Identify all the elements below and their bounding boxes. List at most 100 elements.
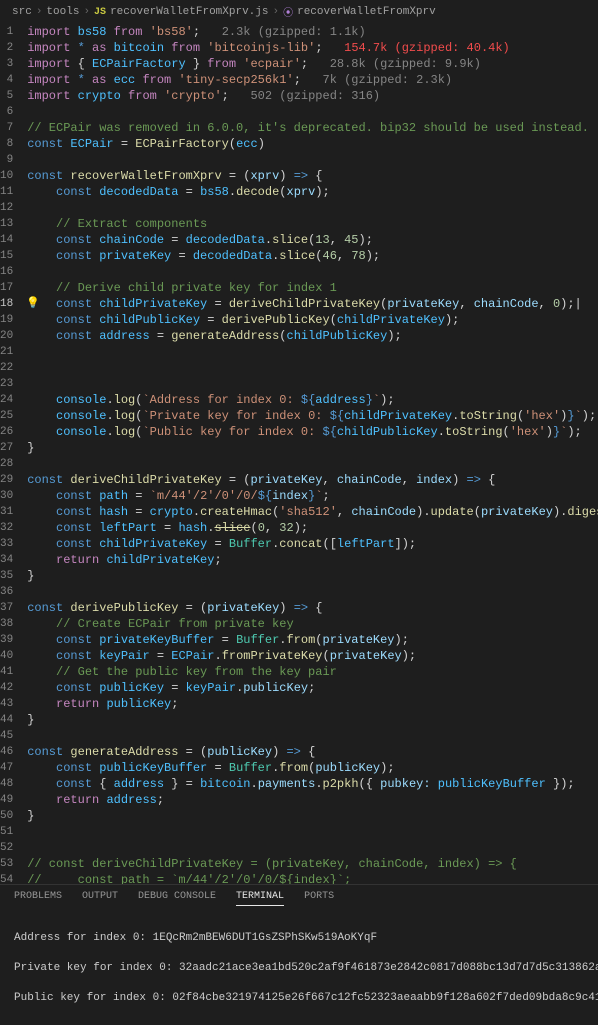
line-number: 22 bbox=[0, 360, 13, 376]
line-number: 35 bbox=[0, 568, 13, 584]
terminal-output[interactable]: Address for index 0: 1EQcRm2mBEW6DUT1GsZ… bbox=[0, 912, 598, 1025]
line-number: 2 bbox=[0, 40, 13, 56]
code-line[interactable]: const decodedData = bs58.decode(xprv); bbox=[27, 184, 598, 200]
code-line[interactable]: // ECPair was removed in 6.0.0, it's dep… bbox=[27, 120, 598, 136]
terminal-line: Private key for index 0: 32aadc21ace3ea1… bbox=[14, 961, 584, 976]
code-line[interactable]: console.log(`Address for index 0: ${addr… bbox=[27, 392, 598, 408]
code-line[interactable]: const { address } = bitcoin.payments.p2p… bbox=[27, 776, 598, 792]
line-number: 14 bbox=[0, 232, 13, 248]
code-line[interactable]: // const path = `m/44'/2'/0'/0/${index}`… bbox=[27, 872, 598, 884]
breadcrumb[interactable]: src › tools › JS recoverWalletFromXprv.j… bbox=[0, 0, 598, 24]
line-gutter: 123456789101112131415161718💡192021222324… bbox=[0, 24, 27, 884]
code-line[interactable]: const path = `m/44'/2'/0'/0/${index}`; bbox=[27, 488, 598, 504]
code-line[interactable]: const address = generateAddress(childPub… bbox=[27, 328, 598, 344]
code-line[interactable]: const publicKey = keyPair.publicKey; bbox=[27, 680, 598, 696]
line-number: 13 bbox=[0, 216, 13, 232]
code-line[interactable]: } bbox=[27, 440, 598, 456]
code-line[interactable] bbox=[27, 200, 598, 216]
code-line[interactable] bbox=[27, 264, 598, 280]
tab-output[interactable]: OUTPUT bbox=[82, 891, 118, 906]
line-number: 40 bbox=[0, 648, 13, 664]
code-line[interactable] bbox=[27, 152, 598, 168]
code-line[interactable] bbox=[27, 456, 598, 472]
line-number: 43 bbox=[0, 696, 13, 712]
line-number: 7 bbox=[0, 120, 13, 136]
line-number: 18 bbox=[0, 296, 13, 312]
line-number: 9 bbox=[0, 152, 13, 168]
breadcrumb-seg[interactable]: recoverWalletFromXprv.js bbox=[110, 6, 268, 18]
code-line[interactable]: // Get the public key from the key pair bbox=[27, 664, 598, 680]
line-number: 39 bbox=[0, 632, 13, 648]
line-number: 23 bbox=[0, 376, 13, 392]
code-line[interactable]: const childPrivateKey = deriveChildPriva… bbox=[27, 296, 598, 312]
code-line[interactable]: const hash = crypto.createHmac('sha512',… bbox=[27, 504, 598, 520]
code-line[interactable]: } bbox=[27, 712, 598, 728]
code-line[interactable] bbox=[27, 344, 598, 360]
code-editor[interactable]: 123456789101112131415161718💡192021222324… bbox=[0, 24, 598, 884]
code-line[interactable] bbox=[27, 840, 598, 856]
code-line[interactable] bbox=[27, 360, 598, 376]
tab-debug[interactable]: DEBUG CONSOLE bbox=[138, 891, 216, 906]
tab-ports[interactable]: PORTS bbox=[304, 891, 334, 906]
code-line[interactable]: const keyPair = ECPair.fromPrivateKey(pr… bbox=[27, 648, 598, 664]
code-line[interactable]: // Derive child private key for index 1 bbox=[27, 280, 598, 296]
code-line[interactable]: // const deriveChildPrivateKey = (privat… bbox=[27, 856, 598, 872]
line-number: 52 bbox=[0, 840, 13, 856]
code-line[interactable]: const leftPart = hash.slice(0, 32); bbox=[27, 520, 598, 536]
line-number: 29 bbox=[0, 472, 13, 488]
breadcrumb-seg[interactable]: tools bbox=[46, 6, 79, 18]
code-line[interactable]: const ECPair = ECPairFactory(ecc) bbox=[27, 136, 598, 152]
code-line[interactable] bbox=[27, 824, 598, 840]
code-line[interactable]: import { ECPairFactory } from 'ecpair'; … bbox=[27, 56, 598, 72]
line-number: 21 bbox=[0, 344, 13, 360]
code-line[interactable]: console.log(`Private key for index 0: ${… bbox=[27, 408, 598, 424]
line-number: 31 bbox=[0, 504, 13, 520]
code-line[interactable]: } bbox=[27, 568, 598, 584]
breadcrumb-seg[interactable]: src bbox=[12, 6, 32, 18]
line-number: 17 bbox=[0, 280, 13, 296]
line-number: 34 bbox=[0, 552, 13, 568]
code-line[interactable]: const derivePublicKey = (privateKey) => … bbox=[27, 600, 598, 616]
code-line[interactable]: const chainCode = decodedData.slice(13, … bbox=[27, 232, 598, 248]
breadcrumb-seg[interactable]: recoverWalletFromXprv bbox=[297, 6, 436, 18]
code-line[interactable]: // Extract components bbox=[27, 216, 598, 232]
code-line[interactable]: import * as ecc from 'tiny-secp256k1'; 7… bbox=[27, 72, 598, 88]
line-number: 51 bbox=[0, 824, 13, 840]
line-number: 45 bbox=[0, 728, 13, 744]
terminal-line: Address for index 0: 1EQcRm2mBEW6DUT1GsZ… bbox=[14, 931, 584, 946]
line-number: 4 bbox=[0, 72, 13, 88]
code-line[interactable]: return childPrivateKey; bbox=[27, 552, 598, 568]
code-line[interactable] bbox=[27, 104, 598, 120]
tab-terminal[interactable]: TERMINAL bbox=[236, 891, 284, 906]
line-number: 24 bbox=[0, 392, 13, 408]
code-line[interactable] bbox=[27, 584, 598, 600]
line-number: 36 bbox=[0, 584, 13, 600]
code-line[interactable]: // Create ECPair from private key bbox=[27, 616, 598, 632]
code-line[interactable]: const publicKeyBuffer = Buffer.from(publ… bbox=[27, 760, 598, 776]
code-line[interactable]: const privateKey = decodedData.slice(46,… bbox=[27, 248, 598, 264]
code-line[interactable]: import * as bitcoin from 'bitcoinjs-lib'… bbox=[27, 40, 598, 56]
code-line[interactable]: const childPublicKey = derivePublicKey(c… bbox=[27, 312, 598, 328]
code-area[interactable]: import bs58 from 'bs58'; 2.3k (gzipped: … bbox=[27, 24, 598, 884]
code-line[interactable]: const recoverWalletFromXprv = (xprv) => … bbox=[27, 168, 598, 184]
code-line[interactable]: import crypto from 'crypto'; 502 (gzippe… bbox=[27, 88, 598, 104]
code-line[interactable]: const privateKeyBuffer = Buffer.from(pri… bbox=[27, 632, 598, 648]
line-number: 6 bbox=[0, 104, 13, 120]
js-file-icon: JS bbox=[94, 7, 106, 18]
code-line[interactable]: import bs58 from 'bs58'; 2.3k (gzipped: … bbox=[27, 24, 598, 40]
code-line[interactable]: return publicKey; bbox=[27, 696, 598, 712]
code-line[interactable] bbox=[27, 728, 598, 744]
code-line[interactable]: } bbox=[27, 808, 598, 824]
tab-problems[interactable]: PROBLEMS bbox=[14, 891, 62, 906]
code-line[interactable]: console.log(`Public key for index 0: ${c… bbox=[27, 424, 598, 440]
line-number: 16 bbox=[0, 264, 13, 280]
code-line[interactable]: const deriveChildPrivateKey = (privateKe… bbox=[27, 472, 598, 488]
code-line[interactable]: return address; bbox=[27, 792, 598, 808]
code-line[interactable]: const generateAddress = (publicKey) => { bbox=[27, 744, 598, 760]
code-line[interactable]: const childPrivateKey = Buffer.concat([l… bbox=[27, 536, 598, 552]
line-number: 46 bbox=[0, 744, 13, 760]
code-line[interactable] bbox=[27, 376, 598, 392]
line-number: 15 bbox=[0, 248, 13, 264]
lightbulb-icon[interactable]: 💡 bbox=[26, 296, 40, 312]
line-number: 8 bbox=[0, 136, 13, 152]
